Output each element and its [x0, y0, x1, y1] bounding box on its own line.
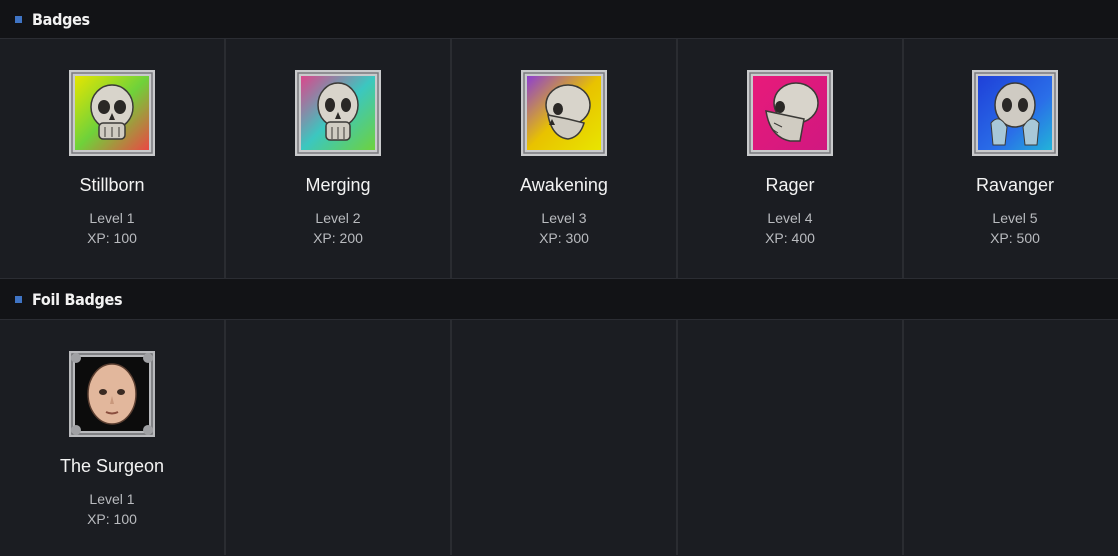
- badge-xp: XP: 100: [87, 511, 137, 527]
- badge-xp: XP: 100: [87, 230, 137, 246]
- badge-level: Level 2: [315, 210, 361, 226]
- badge-level: Level 4: [767, 210, 813, 226]
- badge-name: Rager: [765, 175, 815, 195]
- badge-xp: XP: 400: [765, 230, 815, 246]
- section-bullet-icon: [15, 15, 22, 23]
- skull-badge-icon: [747, 70, 833, 156]
- badge-level: Level 5: [992, 210, 1038, 226]
- foil-badge-grid: The Surgeon Level 1 XP: 100: [0, 320, 1118, 555]
- badge-level: Level 1: [89, 491, 135, 507]
- badge-level: Level 3: [541, 210, 587, 226]
- face-badge-icon: [69, 351, 155, 437]
- section-title: Foil Badges: [32, 289, 123, 309]
- badge-xp: XP: 500: [990, 230, 1040, 246]
- section-header-badges: Badges: [0, 0, 1118, 39]
- badge-grid: Stillborn Level 1 XP: 100 Merging Level …: [0, 39, 1118, 278]
- empty-badge-slot: [226, 320, 450, 555]
- badge-card-ravanger[interactable]: Ravanger Level 5 XP: 500: [904, 39, 1118, 278]
- section-bullet-icon: [15, 295, 22, 303]
- foil-badges-section: Foil Badges The Surgeon Level 1 XP: 100: [0, 278, 1118, 555]
- badge-card-rager[interactable]: Rager Level 4 XP: 400: [678, 39, 902, 278]
- badge-name: Merging: [305, 175, 371, 195]
- skull-badge-icon: [521, 70, 607, 156]
- section-title: Badges: [32, 9, 90, 29]
- badge-name: Stillborn: [79, 175, 145, 195]
- skull-badge-icon: [69, 70, 155, 156]
- empty-badge-slot: [452, 320, 676, 555]
- badge-xp: XP: 300: [539, 230, 589, 246]
- badge-card-merging[interactable]: Merging Level 2 XP: 200: [226, 39, 450, 278]
- section-header-foil-badges: Foil Badges: [0, 278, 1118, 320]
- skull-badge-icon: [295, 70, 381, 156]
- empty-badge-slot: [904, 320, 1118, 555]
- badge-name: Ravanger: [975, 175, 1055, 195]
- badge-level: Level 1: [89, 210, 135, 226]
- skull-badge-icon: [972, 70, 1058, 156]
- badges-section: Badges Stillborn Level 1 XP: 100 Merging…: [0, 0, 1118, 278]
- badge-card-the-surgeon[interactable]: The Surgeon Level 1 XP: 100: [0, 320, 224, 555]
- badge-name: The Surgeon: [59, 456, 165, 476]
- badge-card-awakening[interactable]: Awakening Level 3 XP: 300: [452, 39, 676, 278]
- badge-card-stillborn[interactable]: Stillborn Level 1 XP: 100: [0, 39, 224, 278]
- empty-badge-slot: [678, 320, 902, 555]
- badge-name: Awakening: [520, 175, 608, 195]
- badge-xp: XP: 200: [313, 230, 363, 246]
